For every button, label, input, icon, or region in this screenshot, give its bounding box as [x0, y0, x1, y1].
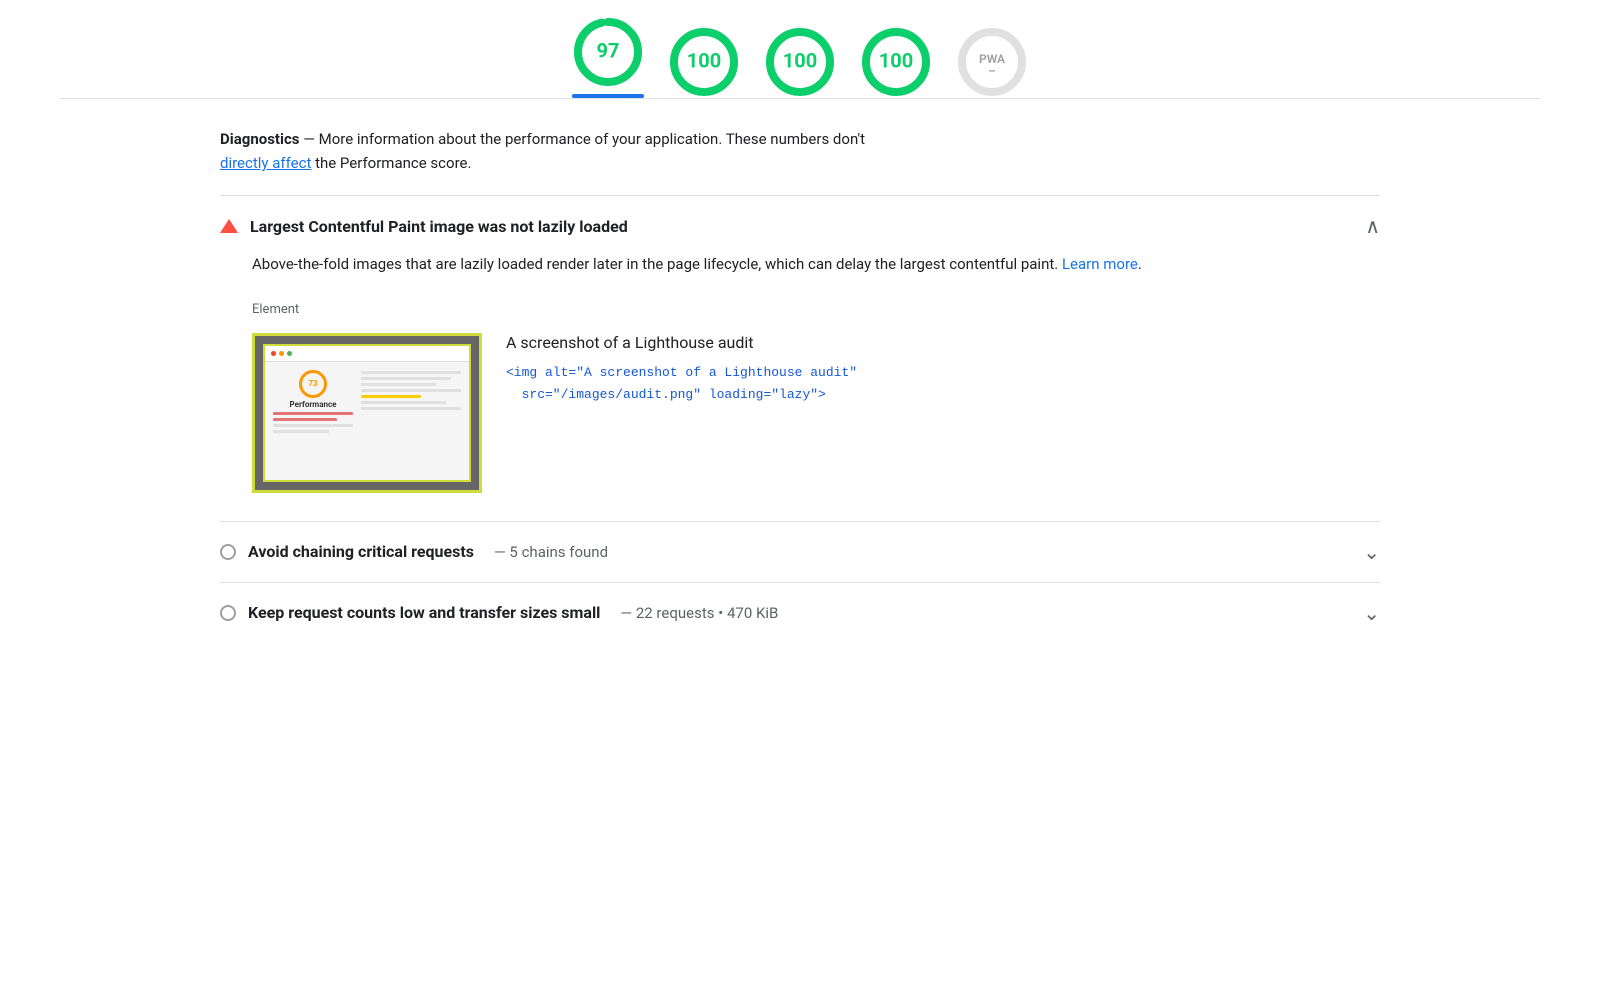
- audit-request-counts: Keep request counts low and transfer siz…: [220, 582, 1380, 643]
- audit-lcp-body: Above-the-fold images that are lazily lo…: [220, 236, 1380, 501]
- score-best-practices[interactable]: 100: [764, 26, 836, 98]
- score-bar: 97 100 100 100 PWA –: [0, 0, 1600, 98]
- score-seo[interactable]: 100: [860, 26, 932, 98]
- audit-requests-header-left: Keep request counts low and transfer siz…: [220, 603, 778, 622]
- audit-requests-subtitle: — 22 requests • 470 KiB: [620, 604, 778, 622]
- diagnostics-description: — More information about the performance…: [299, 130, 865, 148]
- svg-text:100: 100: [687, 48, 721, 72]
- diagnostics-header: Diagnostics — More information about the…: [220, 99, 1380, 195]
- active-underline: [572, 94, 644, 98]
- score-accessibility[interactable]: 100: [668, 26, 740, 98]
- audit-lcp-lazy-loaded: Largest Contentful Paint image was not l…: [220, 195, 1380, 521]
- svg-text:–: –: [988, 64, 996, 78]
- audit-requests-header[interactable]: Keep request counts low and transfer siz…: [220, 603, 1380, 623]
- diagnostics-label: Diagnostics: [220, 130, 299, 148]
- chevron-down-icon-2[interactable]: ⌄: [1363, 603, 1380, 623]
- element-info: A screenshot of a Lighthouse audit <img …: [506, 333, 1380, 406]
- audit-requests-title: Keep request counts low and transfer siz…: [248, 603, 600, 622]
- svg-text:100: 100: [783, 48, 817, 72]
- learn-more-link[interactable]: Learn more: [1062, 255, 1138, 273]
- warning-triangle-icon: [220, 219, 238, 233]
- audit-lcp-description: Above-the-fold images that are lazily lo…: [252, 252, 1380, 278]
- main-content: Diagnostics — More information about the…: [160, 99, 1440, 643]
- directly-affect-link[interactable]: directly affect: [220, 154, 311, 172]
- audit-lcp-title: Largest Contentful Paint image was not l…: [250, 217, 628, 236]
- element-alt-text: A screenshot of a Lighthouse audit: [506, 333, 1380, 352]
- score-performance[interactable]: 97: [572, 16, 644, 98]
- diagnostics-suffix: the Performance score.: [311, 154, 471, 172]
- score-pwa[interactable]: PWA –: [956, 26, 1028, 98]
- element-row: 73 Performance: [252, 333, 1380, 493]
- element-thumbnail: 73 Performance: [252, 333, 482, 493]
- info-circle-icon: [220, 544, 236, 560]
- audit-critical-subtitle: — 5 chains found: [494, 543, 608, 561]
- element-label: Element: [252, 302, 1380, 317]
- svg-text:97: 97: [597, 38, 620, 62]
- audit-critical-requests: Avoid chaining critical requests — 5 cha…: [220, 521, 1380, 582]
- audit-critical-title: Avoid chaining critical requests: [248, 542, 474, 561]
- audit-lcp-header-left: Largest Contentful Paint image was not l…: [220, 217, 628, 236]
- audit-critical-header[interactable]: Avoid chaining critical requests — 5 cha…: [220, 542, 1380, 562]
- element-code: <img alt="A screenshot of a Lighthouse a…: [506, 362, 1380, 406]
- chevron-down-icon-1[interactable]: ⌄: [1363, 542, 1380, 562]
- audit-lcp-header[interactable]: Largest Contentful Paint image was not l…: [220, 216, 1380, 236]
- info-circle-icon-2: [220, 605, 236, 621]
- chevron-up-icon[interactable]: ∧: [1365, 216, 1380, 236]
- audit-critical-header-left: Avoid chaining critical requests — 5 cha…: [220, 542, 608, 561]
- svg-text:100: 100: [879, 48, 913, 72]
